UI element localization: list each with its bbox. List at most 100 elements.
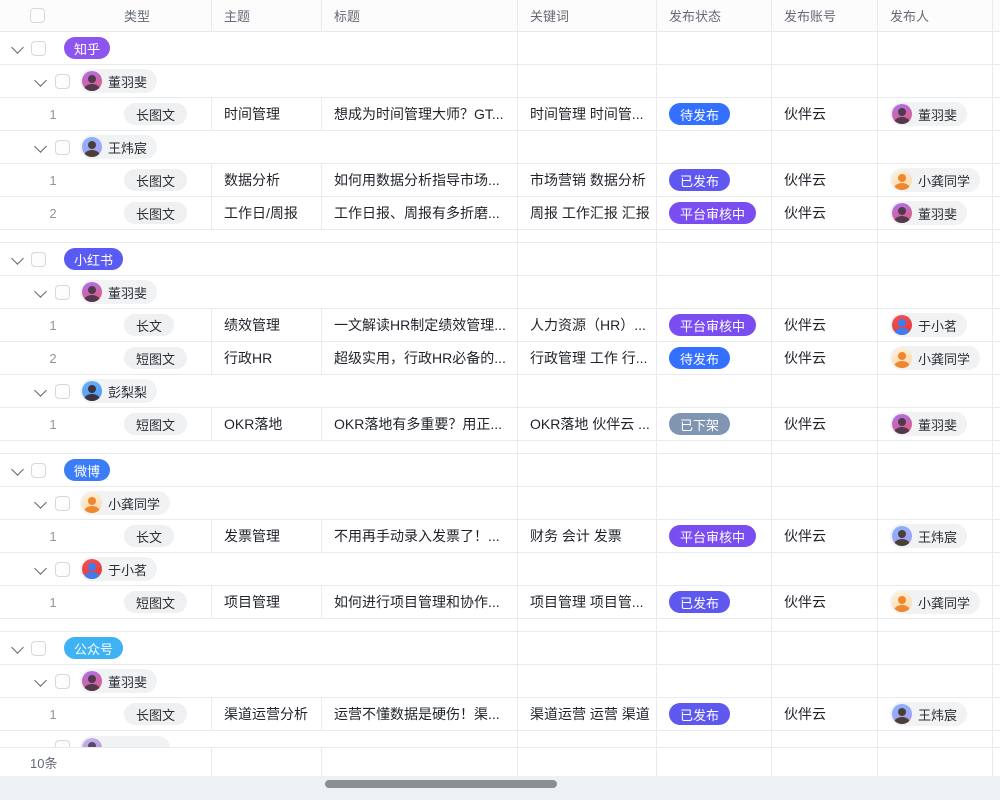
subgroup-checkbox[interactable]	[55, 384, 70, 399]
subgroup-collapse-chevron-icon[interactable]	[34, 285, 47, 298]
cell-type: 长文	[112, 309, 212, 341]
avatar-head-shape	[898, 319, 906, 327]
column-header-label: 发布人	[890, 6, 929, 25]
subgroup-row-小龚同学: 小龚同学	[0, 487, 1000, 520]
group-collapse-chevron-icon[interactable]	[11, 641, 24, 654]
person-name-label: 董羽斐	[918, 204, 957, 223]
cell-keywords: OKR落地 伙伴云 ...	[518, 408, 657, 440]
subgroup-checkbox[interactable]	[55, 740, 70, 748]
subgroup-cell-title	[322, 276, 518, 308]
subgroup-person-pill: 董羽斐	[80, 280, 157, 304]
cell-keywords: 市场营销 数据分析	[518, 164, 657, 196]
publisher-pill: 王炜宸	[890, 702, 967, 726]
cell-rest	[993, 698, 1000, 730]
keywords-text: 渠道运营 运营 渠道	[530, 704, 650, 724]
group-checkbox[interactable]	[31, 463, 46, 478]
clip-cell-status	[657, 731, 772, 747]
cell-status: 平台审核中	[657, 309, 772, 341]
status-badge: 平台审核中	[669, 202, 756, 224]
subgroup-cell-status	[657, 276, 772, 308]
cell-status: 平台审核中	[657, 520, 772, 552]
topic-text: 时间管理	[224, 104, 280, 124]
group-tag: 微博	[64, 459, 110, 481]
subgroup-cell-keywords	[518, 553, 657, 585]
person-name-label: 董羽斐	[108, 672, 147, 691]
avatar-head-shape	[88, 141, 96, 149]
group-separator	[0, 619, 1000, 632]
column-header-type: 类型	[112, 0, 212, 31]
group-tag: 小红书	[64, 248, 123, 270]
row-number: 1	[38, 520, 68, 552]
type-tag: 长图文	[124, 169, 187, 191]
keywords-text: 周报 工作汇报 汇报	[530, 203, 650, 223]
group-checkbox[interactable]	[31, 252, 46, 267]
subgroup-cell-publisher	[878, 665, 993, 697]
subgroup-collapse-chevron-icon[interactable]	[34, 674, 47, 687]
separator-cell-keywords	[518, 230, 657, 242]
avatar-head-shape	[898, 174, 906, 182]
cell-status: 已发布	[657, 164, 772, 196]
topic-text: 工作日/周报	[224, 203, 298, 223]
subgroup-cell-title	[322, 487, 518, 519]
record-count-label: 10条	[30, 753, 57, 772]
column-header-label: 主题	[224, 6, 250, 25]
cell-title: 超级实用，行政HR必备的...	[322, 342, 518, 374]
cell-rest	[993, 197, 1000, 229]
cell-topic: 工作日/周报	[212, 197, 322, 229]
subgroup-row-董羽斐: 董羽斐	[0, 665, 1000, 698]
footer-cell-title	[322, 748, 518, 776]
cell-topic: 绩效管理	[212, 309, 322, 341]
keywords-text: 人力资源（HR）...	[530, 315, 646, 335]
subgroup-checkbox[interactable]	[55, 562, 70, 577]
cell-rest	[993, 408, 1000, 440]
cell-rest	[993, 586, 1000, 618]
cell-title: 不用再手动录入发票了！...	[322, 520, 518, 552]
publisher-pill: 小龚同学	[890, 346, 980, 370]
cell-title: 工作日报、周报有多折磨...	[322, 197, 518, 229]
avatar-head-shape	[88, 497, 96, 505]
cell-account: 伙伴云	[772, 520, 878, 552]
subgroup-collapse-chevron-icon[interactable]	[34, 74, 47, 87]
subgroup-checkbox[interactable]	[55, 74, 70, 89]
account-text: 伙伴云	[784, 315, 826, 335]
row-number: 1	[38, 98, 68, 130]
group-checkbox[interactable]	[31, 641, 46, 656]
separator-cell-keywords	[518, 441, 657, 453]
subgroup-checkbox[interactable]	[55, 285, 70, 300]
group-checkbox[interactable]	[31, 41, 46, 56]
subgroup-checkbox[interactable]	[55, 674, 70, 689]
partial-person-pill	[80, 736, 170, 748]
keywords-text: OKR落地 伙伴云 ...	[530, 414, 650, 434]
title-text: 超级实用，行政HR必备的...	[334, 348, 506, 368]
group-collapse-chevron-icon[interactable]	[11, 252, 24, 265]
group-collapse-chevron-icon[interactable]	[11, 463, 24, 476]
subgroup-row-董羽斐: 董羽斐	[0, 65, 1000, 98]
cell-title: 想成为时间管理大师？GT...	[322, 98, 518, 130]
select-all-checkbox[interactable]	[30, 8, 45, 23]
footer-cell-type	[112, 748, 212, 776]
subgroup-checkbox[interactable]	[55, 496, 70, 511]
subgroup-cell-status	[657, 487, 772, 519]
group-row-公众号: 公众号	[0, 632, 1000, 665]
separator-cell-publisher	[878, 441, 993, 453]
subgroup-collapse-chevron-icon[interactable]	[34, 384, 47, 397]
topic-text: 发票管理	[224, 526, 280, 546]
cell-account: 伙伴云	[772, 408, 878, 440]
subgroup-checkbox[interactable]	[55, 140, 70, 155]
publisher-pill: 董羽斐	[890, 412, 967, 436]
clip-cell-keywords	[518, 731, 657, 747]
subgroup-collapse-chevron-icon[interactable]	[34, 140, 47, 153]
group-collapse-chevron-icon[interactable]	[11, 41, 24, 54]
status-badge: 已发布	[669, 169, 730, 191]
subgroup-person-pill: 于小茗	[80, 557, 157, 581]
account-text: 伙伴云	[784, 704, 826, 724]
separator-cell-publisher	[878, 230, 993, 242]
horizontal-scrollbar-thumb[interactable]	[325, 780, 557, 788]
avatar-body-shape	[894, 605, 910, 612]
cell-rest	[993, 309, 1000, 341]
cell-publisher: 董羽斐	[878, 197, 993, 229]
subgroup-collapse-chevron-icon[interactable]	[34, 562, 47, 575]
title-text: 如何用数据分析指导市场...	[334, 170, 500, 190]
subgroup-collapse-chevron-icon[interactable]	[34, 496, 47, 509]
column-header-label: 关键词	[530, 6, 569, 25]
